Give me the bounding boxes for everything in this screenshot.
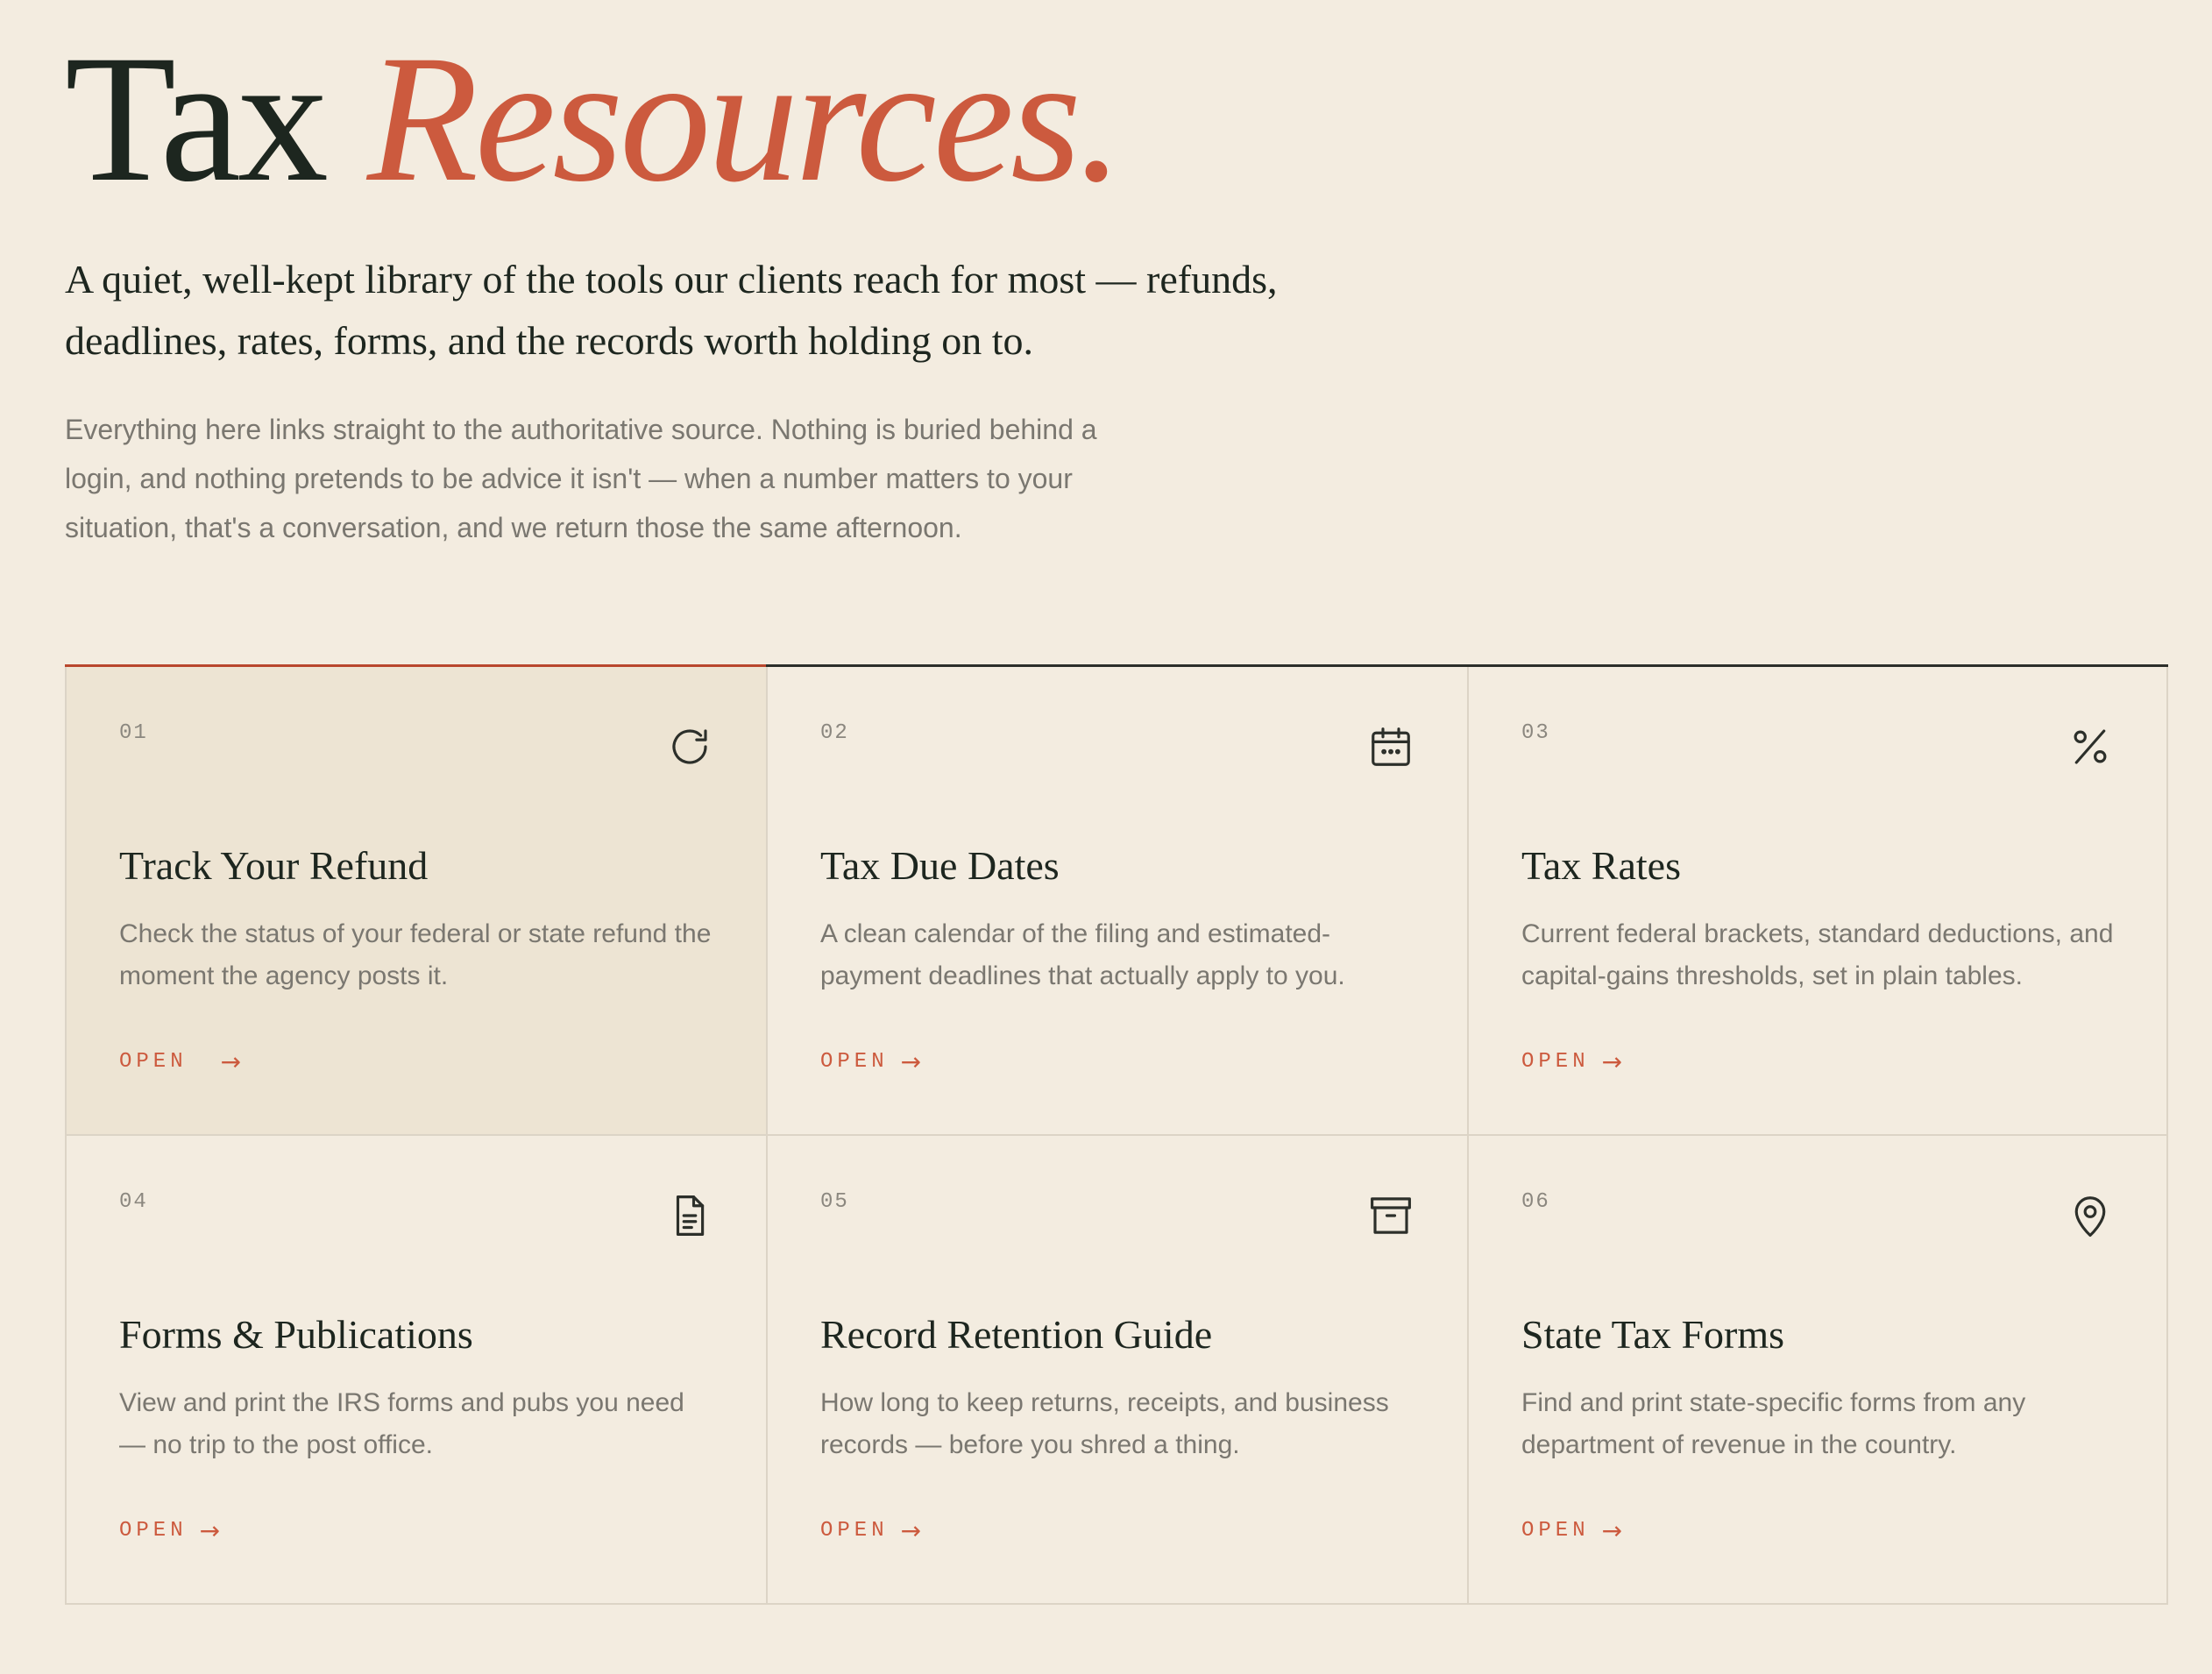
- card-number: 06: [1521, 1190, 1550, 1214]
- open-label: OPEN: [820, 1050, 889, 1074]
- arrow-right-icon: →: [1601, 1047, 1623, 1076]
- card-number: 03: [1521, 721, 1550, 745]
- open-link[interactable]: OPEN →: [1521, 1516, 1622, 1545]
- card-number: 02: [820, 721, 849, 745]
- arrow-right-icon: →: [900, 1516, 922, 1545]
- open-label: OPEN: [119, 1050, 188, 1074]
- resource-card-record-retention[interactable]: 05 Record Retention Guide How long to ke…: [766, 1136, 1467, 1605]
- resource-card-tax-rates[interactable]: 03 Tax Rates Current federal brackets, s…: [1467, 667, 2168, 1136]
- open-link[interactable]: OPEN →: [820, 1516, 921, 1545]
- refresh-icon: [666, 723, 713, 770]
- card-description: How long to keep returns, receipts, and …: [820, 1388, 1389, 1459]
- resource-grid: 01 Track Your Refund Check the status of…: [65, 664, 2168, 1605]
- resource-card-tax-due-dates[interactable]: 02 Tax Due Dates A clean calendar of the…: [766, 667, 1467, 1136]
- card-description: View and print the IRS forms and pubs yo…: [119, 1388, 684, 1459]
- card-number: 04: [119, 1190, 148, 1214]
- title-accent: Resources.: [366, 18, 1124, 219]
- card-title: Track Your Refund: [119, 843, 429, 888]
- map-pin-icon: [2067, 1192, 2114, 1239]
- open-link[interactable]: OPEN →: [119, 1047, 241, 1076]
- resource-card-forms-publications[interactable]: 04 Forms & Publications View and print t…: [65, 1136, 766, 1605]
- card-description: A clean calendar of the filing and estim…: [820, 919, 1345, 990]
- title-plain: Tax: [65, 18, 329, 219]
- card-title: Tax Rates: [1521, 843, 1682, 888]
- document-icon: [666, 1192, 713, 1239]
- card-number: 01: [119, 721, 148, 745]
- card-description: Check the status of your federal or stat…: [119, 919, 712, 990]
- percent-icon: [2067, 723, 2114, 770]
- arrow-right-icon: →: [199, 1516, 221, 1545]
- arrow-right-icon: →: [900, 1047, 922, 1076]
- archive-icon: [1367, 1192, 1414, 1239]
- calendar-icon: [1367, 723, 1414, 770]
- open-label: OPEN: [1521, 1519, 1590, 1543]
- card-description: Find and print state-specific forms from…: [1521, 1388, 2026, 1459]
- card-title: Forms & Publications: [119, 1312, 473, 1357]
- open-label: OPEN: [820, 1519, 889, 1543]
- card-title: State Tax Forms: [1521, 1312, 1785, 1357]
- intro-text: Everything here links straight to the au…: [65, 414, 1097, 543]
- open-link[interactable]: OPEN →: [119, 1516, 220, 1545]
- open-label: OPEN: [119, 1519, 188, 1543]
- open-link[interactable]: OPEN →: [820, 1047, 921, 1076]
- resource-card-track-refund[interactable]: 01 Track Your Refund Check the status of…: [65, 667, 766, 1136]
- arrow-right-icon: →: [1601, 1516, 1623, 1545]
- card-number: 05: [820, 1190, 849, 1214]
- card-description: Current federal brackets, standard deduc…: [1521, 919, 2114, 990]
- arrow-right-icon: →: [220, 1047, 242, 1076]
- resource-card-state-tax-forms[interactable]: 06 State Tax Forms Find and print state-…: [1467, 1136, 2168, 1605]
- open-label: OPEN: [1521, 1050, 1590, 1074]
- card-title: Record Retention Guide: [820, 1312, 1213, 1357]
- lead-text: A quiet, well-kept library of the tools …: [65, 257, 1278, 363]
- open-link[interactable]: OPEN →: [1521, 1047, 1622, 1076]
- page-title: Tax Resources.: [65, 0, 1124, 237]
- card-title: Tax Due Dates: [820, 843, 1060, 888]
